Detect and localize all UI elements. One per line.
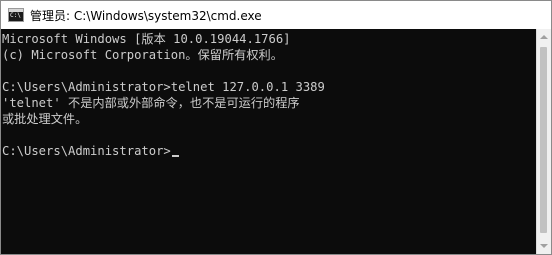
title-bar[interactable]: 管理员: C:\Windows\system32\cmd.exe [1, 1, 551, 29]
window-title: 管理员: C:\Windows\system32\cmd.exe [30, 8, 262, 23]
vertical-scrollbar[interactable] [536, 29, 551, 254]
cmd-window: 管理员: C:\Windows\system32\cmd.exe Microso… [0, 0, 552, 255]
console-line: (c) Microsoft Corporation。保留所有权利。 [2, 48, 283, 62]
scroll-up-arrow-icon[interactable] [540, 35, 548, 39]
scroll-thumb[interactable] [540, 47, 547, 233]
console-line: C:\Users\Administrator>telnet 127.0.0.1 … [2, 80, 325, 94]
cmd-console-icon[interactable] [8, 8, 24, 22]
console-line: 或批处理文件。 [2, 112, 88, 126]
prompt-text: C:\Users\Administrator> [2, 144, 171, 158]
console-line: 'telnet' 不是内部或外部命令，也不是可运行的程序 [2, 96, 300, 110]
text-cursor [171, 155, 179, 157]
scroll-down-arrow-icon[interactable] [540, 244, 548, 248]
console-output[interactable]: Microsoft Windows [版本 10.0.19044.1766] (… [1, 29, 537, 254]
console-line: Microsoft Windows [版本 10.0.19044.1766] [2, 32, 291, 46]
console-prompt-line[interactable]: C:\Users\Administrator> [2, 143, 537, 159]
